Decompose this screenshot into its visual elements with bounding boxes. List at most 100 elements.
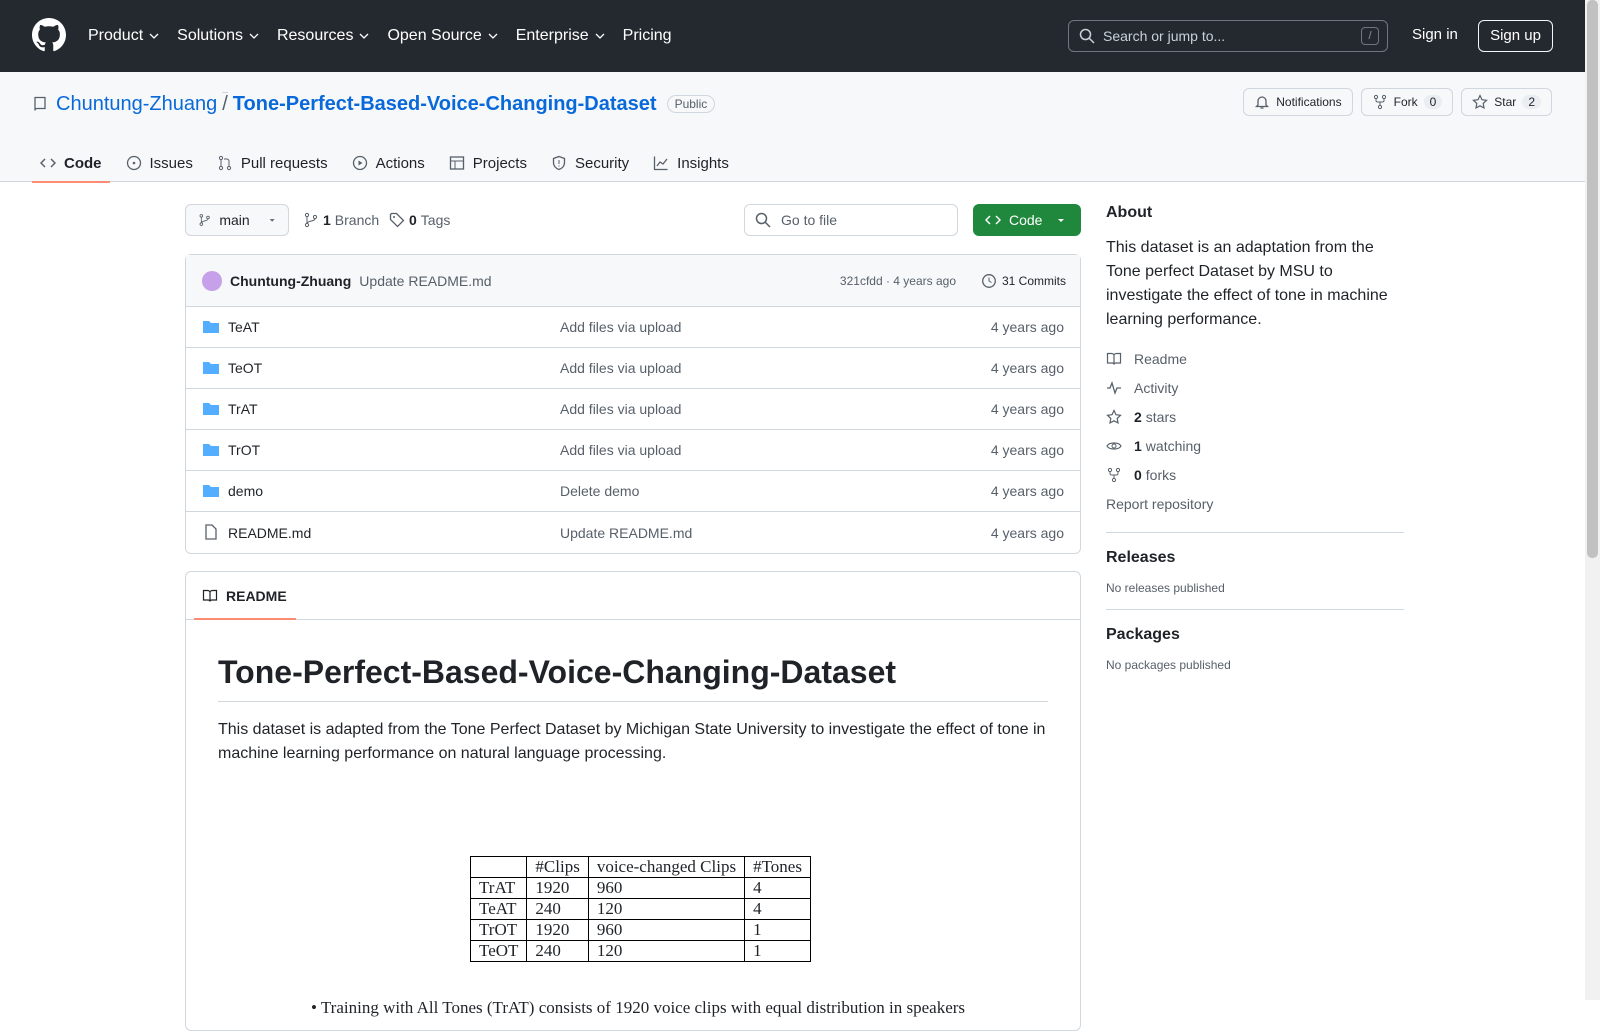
file-row[interactable]: TeAT Add files via upload 4 years ago xyxy=(186,307,1080,348)
repo-icon xyxy=(34,96,46,111)
file-name[interactable]: README.md xyxy=(228,525,311,541)
branch-select[interactable]: main xyxy=(185,204,289,236)
file-name[interactable]: demo xyxy=(228,483,263,499)
file-age: 4 years ago xyxy=(990,442,1064,458)
repo-actions: Notifications Fork 0 Star 2 xyxy=(1235,88,1552,116)
file-commit-message[interactable]: Add files via upload xyxy=(560,360,681,376)
table-cell: TrOT xyxy=(469,919,528,941)
tag-count: 0 xyxy=(409,212,417,228)
watching-link[interactable]: 1 watching xyxy=(1106,431,1404,460)
github-logo-icon[interactable] xyxy=(32,18,66,52)
about-links: Readme Activity 2 stars 1 watching 0 forks … xyxy=(1106,344,1404,518)
sign-up-button[interactable]: Sign up xyxy=(1478,20,1553,52)
readme-link[interactable]: Readme xyxy=(1106,344,1404,373)
search-input[interactable]: Search or jump to... / xyxy=(1068,20,1388,52)
nav-solutions[interactable]: Solutions xyxy=(177,27,259,45)
file-name[interactable]: TeAT xyxy=(228,319,260,335)
file-commit-message[interactable]: Add files via upload xyxy=(560,319,681,335)
commit-author[interactable]: Chuntung-Zhuang xyxy=(230,273,351,289)
tab-projects[interactable]: Projects xyxy=(441,144,535,182)
chevron-down-icon xyxy=(249,33,259,39)
nav-enterprise[interactable]: Enterprise xyxy=(516,27,605,45)
activity-link-label: Activity xyxy=(1134,379,1179,396)
forks-count: 0 xyxy=(1134,466,1142,483)
report-repository-link[interactable]: Report repository xyxy=(1106,489,1404,518)
file-row[interactable]: README.md Update README.md 4 years ago xyxy=(186,512,1080,553)
table-cell: TeAT xyxy=(469,898,528,920)
about-sidebar: About This dataset is an adaptation from… xyxy=(1106,204,1404,672)
nav-open-source[interactable]: Open Source xyxy=(387,27,498,45)
code-dropdown-button[interactable]: Code xyxy=(973,204,1081,236)
tab-code[interactable]: Code xyxy=(32,144,110,183)
branches-link[interactable]: 1 Branch xyxy=(303,212,379,228)
commit-message[interactable]: Update README.md xyxy=(359,273,491,289)
notifications-button[interactable]: Notifications xyxy=(1243,88,1353,116)
commits-link[interactable]: 31 Commits xyxy=(981,273,1066,289)
fork-label: Fork xyxy=(1393,95,1418,109)
nav-label: Open Source xyxy=(387,27,482,44)
file-row[interactable]: TeOT Add files via upload 4 years ago xyxy=(186,348,1080,389)
sign-in-link[interactable]: Sign in xyxy=(1412,26,1458,43)
tag-count-label: Tags xyxy=(420,212,451,228)
chevron-down-icon xyxy=(149,33,159,39)
file-commit-message[interactable]: Delete demo xyxy=(560,483,639,499)
stars-link[interactable]: 2 stars xyxy=(1106,402,1404,431)
tab-actions[interactable]: Actions xyxy=(344,144,433,182)
tab-pull-requests[interactable]: Pull requests xyxy=(209,144,336,182)
packages-heading[interactable]: Packages xyxy=(1106,626,1404,644)
tab-insights[interactable]: Insights xyxy=(645,144,737,182)
readme-tab[interactable]: README xyxy=(186,572,1080,620)
releases-heading[interactable]: Releases xyxy=(1106,549,1404,567)
code-icon xyxy=(985,215,1001,225)
go-to-file-input[interactable]: Go to file xyxy=(744,204,958,236)
breadcrumb-separator: / xyxy=(222,92,228,115)
table-cell: 1 xyxy=(744,919,811,941)
repo-owner-link[interactable]: Chuntung-Zhuang xyxy=(56,93,217,116)
table-cell: #Clips xyxy=(526,856,589,878)
book-icon xyxy=(202,589,218,602)
file-commit-message[interactable]: Add files via upload xyxy=(560,401,681,417)
nav-product[interactable]: Product xyxy=(88,27,159,45)
file-name[interactable]: TrOT xyxy=(228,442,260,458)
file-name[interactable]: TeOT xyxy=(228,360,262,376)
tab-label: Security xyxy=(574,154,630,172)
file-commit-message[interactable]: Add files via upload xyxy=(560,442,681,458)
nav-label: Resources xyxy=(276,27,354,44)
commit-meta[interactable]: 321cfdd · 4 years ago xyxy=(840,274,956,288)
scrollbar[interactable] xyxy=(1585,0,1600,1000)
file-name[interactable]: TrAT xyxy=(228,401,258,417)
nav-pricing[interactable]: Pricing xyxy=(623,27,672,45)
visibility-badge: Public xyxy=(666,95,716,113)
file-commit-message[interactable]: Update README.md xyxy=(560,525,692,541)
star-button[interactable]: Star 2 xyxy=(1461,88,1552,116)
file-row[interactable]: TrOT Add files via upload 4 years ago xyxy=(186,430,1080,471)
tab-underline xyxy=(194,618,296,620)
readme-body: Tone-Perfect-Based-Voice-Changing-Datase… xyxy=(186,654,1080,766)
fork-button[interactable]: Fork 0 xyxy=(1360,88,1454,116)
branch-icon xyxy=(199,214,210,226)
fork-icon xyxy=(1373,94,1386,110)
avatar[interactable] xyxy=(202,270,222,291)
repo-name-link[interactable]: Tone-Perfect-Based-Voice-Changing-Datase… xyxy=(233,93,657,116)
scrollbar-thumb[interactable] xyxy=(1587,0,1598,558)
nav-resources[interactable]: Resources xyxy=(277,27,369,45)
nav-label: Pricing xyxy=(622,27,672,44)
tab-security[interactable]: Security xyxy=(543,144,637,182)
file-toolbar: main 1 Branch 0 Tags Go to file Code xyxy=(185,204,1081,238)
branch-count: 1 xyxy=(323,212,331,228)
table-cell: 960 xyxy=(587,919,746,941)
file-row[interactable]: demo Delete demo 4 years ago xyxy=(186,471,1080,512)
forks-link[interactable]: 0 forks xyxy=(1106,460,1404,489)
tab-issues[interactable]: Issues xyxy=(118,144,201,182)
activity-link[interactable]: Activity xyxy=(1106,373,1404,402)
watching-count: 1 xyxy=(1134,437,1142,454)
tags-link[interactable]: 0 Tags xyxy=(389,212,450,228)
folder-icon xyxy=(203,403,219,415)
branch-count-label: Branch xyxy=(334,212,380,228)
file-icon xyxy=(205,524,217,540)
file-list: TeAT Add files via upload 4 years ago TeOT… xyxy=(186,307,1080,553)
global-nav: Product Solutions Resources Open Source … xyxy=(88,0,690,72)
file-row[interactable]: TrAT Add files via upload 4 years ago xyxy=(186,389,1080,430)
table-cell: 1920 xyxy=(526,919,589,941)
table-cell: 120 xyxy=(587,898,746,920)
